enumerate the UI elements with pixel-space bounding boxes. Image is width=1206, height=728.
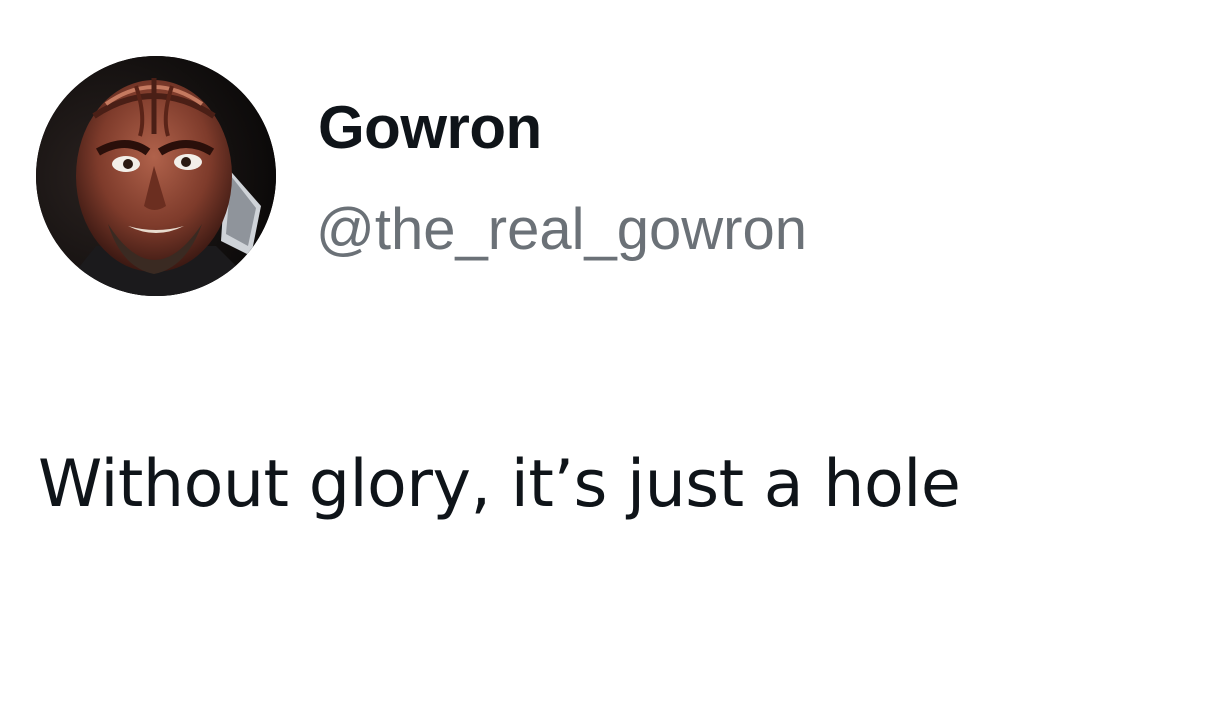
tweet-card: Gowron @the_real_gowron Without glory, i… — [0, 0, 1206, 728]
klingon-portrait-icon — [36, 56, 276, 296]
avatar[interactable] — [36, 56, 276, 296]
display-name[interactable]: Gowron — [318, 92, 542, 164]
tweet-text: Without glory, it’s just a hole — [38, 447, 961, 522]
user-handle[interactable]: @the_real_gowron — [316, 194, 807, 266]
